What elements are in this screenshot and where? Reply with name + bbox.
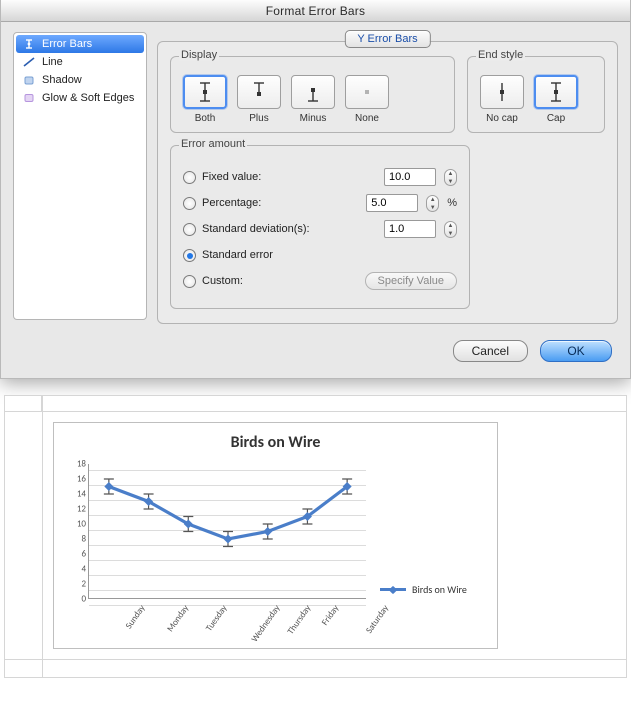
sidebar: Error Bars Line Shadow Glow & Soft Edges bbox=[13, 32, 147, 320]
percentage-input[interactable] bbox=[366, 194, 418, 212]
y-tick-label: 10 bbox=[62, 519, 86, 530]
x-tick-label: Sunday bbox=[123, 603, 147, 631]
corner-cell[interactable] bbox=[4, 395, 42, 412]
fixed-value-stepper[interactable]: ▲▼ bbox=[444, 169, 457, 186]
x-tick-label: Friday bbox=[320, 603, 342, 628]
display-option-label: Plus bbox=[249, 113, 268, 124]
end-style-group-title: End style bbox=[476, 49, 525, 61]
sidebar-item-label: Error Bars bbox=[42, 38, 92, 50]
plus-icon bbox=[248, 80, 270, 104]
chart-legend: Birds on Wire bbox=[380, 540, 467, 638]
display-group-title: Display bbox=[179, 49, 219, 61]
main-panel-container: Y Error Bars Display Both bbox=[157, 32, 618, 324]
y-tick-label: 12 bbox=[62, 504, 86, 515]
percentage-label: Percentage: bbox=[202, 197, 261, 209]
stddev-radio[interactable] bbox=[183, 223, 196, 236]
stderr-option[interactable]: Standard error bbox=[183, 249, 457, 262]
sidebar-item-glow[interactable]: Glow & Soft Edges bbox=[16, 89, 144, 107]
x-tick-label: Thursday bbox=[285, 603, 313, 637]
sidebar-item-error-bars[interactable]: Error Bars bbox=[16, 35, 144, 53]
custom-label: Custom: bbox=[202, 275, 243, 287]
tab-y-error-bars[interactable]: Y Error Bars bbox=[344, 30, 430, 48]
percent-sign: % bbox=[447, 197, 457, 209]
y-tick-label: 18 bbox=[62, 459, 86, 470]
fixed-value-input[interactable] bbox=[384, 168, 436, 186]
spreadsheet-area: Birds on Wire 0 2 4 6 8 10 12 14 16 18 Sunday Mond… bbox=[0, 395, 631, 678]
chart-object[interactable]: Birds on Wire 0 2 4 6 8 10 12 14 16 18 Sunday Mond… bbox=[53, 422, 498, 649]
end-style-nocap-button[interactable] bbox=[480, 75, 524, 109]
chart-title: Birds on Wire bbox=[62, 433, 489, 452]
end-style-option-label: Cap bbox=[547, 113, 565, 124]
x-tick-label: Wednesday bbox=[249, 603, 282, 644]
y-tick-label: 14 bbox=[62, 489, 86, 500]
display-minus-button[interactable] bbox=[291, 75, 335, 109]
end-style-cap-button[interactable] bbox=[534, 75, 578, 109]
percentage-stepper[interactable]: ▲▼ bbox=[426, 195, 439, 212]
error-amount-group: Error amount Fixed value: ▲▼ Percentage: bbox=[170, 145, 470, 309]
stderr-label: Standard error bbox=[202, 249, 273, 261]
shadow-icon bbox=[22, 74, 36, 86]
fixed-value-label: Fixed value: bbox=[202, 171, 261, 183]
x-tick-label: Monday bbox=[164, 603, 190, 634]
y-tick-label: 6 bbox=[62, 549, 86, 560]
both-icon bbox=[194, 80, 216, 104]
y-tick-label: 0 bbox=[62, 594, 86, 605]
format-error-bars-dialog: Format Error Bars Error Bars Line Shadow… bbox=[0, 0, 631, 379]
sidebar-item-label: Glow & Soft Edges bbox=[42, 92, 134, 104]
y-tick-label: 8 bbox=[62, 534, 86, 545]
sidebar-item-line[interactable]: Line bbox=[16, 53, 144, 71]
y-tick-label: 4 bbox=[62, 564, 86, 575]
plot-area: 024681012141618 SundayMondayTuesdayWedne… bbox=[62, 458, 372, 638]
legend-label: Birds on Wire bbox=[412, 583, 467, 596]
fixed-value-option[interactable]: Fixed value: bbox=[183, 171, 376, 184]
ok-button[interactable]: OK bbox=[540, 340, 612, 362]
none-icon bbox=[356, 80, 378, 104]
stddev-input[interactable] bbox=[384, 220, 436, 238]
display-both-button[interactable] bbox=[183, 75, 227, 109]
percentage-option[interactable]: Percentage: bbox=[183, 197, 358, 210]
stddev-stepper[interactable]: ▲▼ bbox=[444, 221, 457, 238]
stddev-label: Standard deviation(s): bbox=[202, 223, 310, 235]
column-header[interactable] bbox=[42, 395, 627, 412]
row-header[interactable] bbox=[5, 412, 43, 659]
percentage-radio[interactable] bbox=[183, 197, 196, 210]
custom-option[interactable]: Custom: bbox=[183, 275, 357, 288]
display-none-button[interactable] bbox=[345, 75, 389, 109]
legend-line-icon bbox=[380, 588, 406, 591]
custom-radio[interactable] bbox=[183, 275, 196, 288]
display-group: Display Both bbox=[170, 56, 455, 133]
end-style-group: End style No cap bbox=[467, 56, 605, 133]
dialog-title: Format Error Bars bbox=[1, 0, 630, 22]
fixed-value-radio[interactable] bbox=[183, 171, 196, 184]
stderr-radio[interactable] bbox=[183, 249, 196, 262]
error-bars-icon bbox=[22, 38, 36, 50]
display-option-label: Minus bbox=[300, 113, 327, 124]
row-header[interactable] bbox=[5, 660, 43, 677]
y-tick-label: 2 bbox=[62, 579, 86, 590]
sidebar-item-shadow[interactable]: Shadow bbox=[16, 71, 144, 89]
specify-value-button[interactable]: Specify Value bbox=[365, 272, 457, 290]
line-icon bbox=[22, 56, 36, 68]
sidebar-item-label: Shadow bbox=[42, 74, 82, 86]
cell[interactable] bbox=[43, 660, 626, 677]
nocap-icon bbox=[491, 80, 513, 104]
minus-icon bbox=[302, 80, 324, 104]
cancel-button[interactable]: Cancel bbox=[453, 340, 528, 362]
y-tick-label: 16 bbox=[62, 474, 86, 485]
stddev-option[interactable]: Standard deviation(s): bbox=[183, 223, 376, 236]
glow-icon bbox=[22, 92, 36, 104]
end-style-option-label: No cap bbox=[486, 113, 518, 124]
display-option-label: Both bbox=[195, 113, 216, 124]
display-plus-button[interactable] bbox=[237, 75, 281, 109]
sidebar-item-label: Line bbox=[42, 56, 63, 68]
cap-icon bbox=[545, 80, 567, 104]
x-tick-label: Tuesday bbox=[204, 603, 230, 633]
error-amount-title: Error amount bbox=[179, 138, 247, 150]
display-option-label: None bbox=[355, 113, 379, 124]
